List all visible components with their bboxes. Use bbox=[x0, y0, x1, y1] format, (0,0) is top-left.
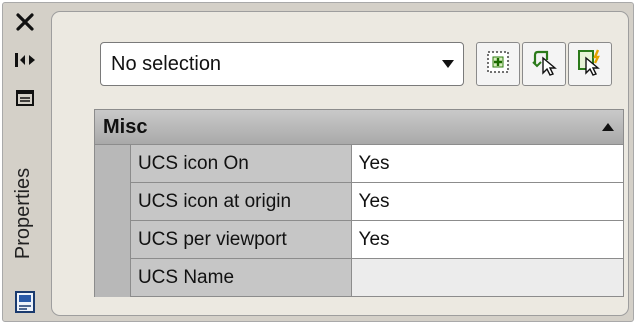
select-objects-icon bbox=[530, 48, 558, 81]
property-grid: Misc UCS icon On Yes UCS icon at origin … bbox=[94, 109, 624, 297]
auto-hide-icon[interactable] bbox=[11, 47, 39, 73]
toggle-pickadd-button[interactable] bbox=[476, 42, 520, 86]
row-gutter bbox=[94, 259, 130, 297]
close-icon[interactable] bbox=[11, 9, 39, 35]
row-gutter bbox=[94, 145, 130, 183]
property-row-ucs-icon-on[interactable]: UCS icon On Yes bbox=[94, 145, 624, 183]
property-name: UCS per viewport bbox=[129, 221, 352, 259]
properties-content: No selection Misc UCS icon On Yes UCS ic… bbox=[51, 11, 629, 316]
quick-select-button[interactable] bbox=[568, 42, 612, 86]
property-value[interactable] bbox=[351, 259, 624, 297]
property-value[interactable]: Yes bbox=[351, 183, 624, 221]
properties-menu-icon[interactable] bbox=[11, 85, 39, 111]
property-value[interactable]: Yes bbox=[351, 145, 624, 183]
select-objects-button[interactable] bbox=[522, 42, 566, 86]
collapse-triangle-icon[interactable] bbox=[593, 123, 623, 131]
property-name: UCS icon at origin bbox=[129, 183, 352, 221]
selection-value: No selection bbox=[111, 52, 222, 75]
property-row-ucs-icon-at-origin[interactable]: UCS icon at origin Yes bbox=[94, 183, 624, 221]
row-gutter bbox=[94, 221, 130, 259]
category-label: Misc bbox=[103, 115, 148, 138]
selection-dropdown[interactable]: No selection bbox=[100, 42, 464, 86]
row-gutter bbox=[94, 183, 130, 221]
properties-palette: Properties No selection Misc UCS icon On… bbox=[2, 2, 634, 322]
toggle-pickadd-icon bbox=[485, 49, 511, 80]
property-value[interactable]: Yes bbox=[351, 221, 624, 259]
category-misc[interactable]: Misc bbox=[94, 109, 624, 145]
property-name: UCS icon On bbox=[129, 145, 352, 183]
dropdown-arrow-icon[interactable] bbox=[433, 60, 463, 68]
property-name: UCS Name bbox=[129, 259, 352, 297]
palette-title-strip: Properties bbox=[3, 3, 47, 321]
property-row-ucs-per-viewport[interactable]: UCS per viewport Yes bbox=[94, 221, 624, 259]
property-row-ucs-name[interactable]: UCS Name bbox=[94, 259, 624, 297]
palette-title: Properties bbox=[12, 167, 35, 259]
quick-select-icon bbox=[576, 48, 604, 81]
palette-settings-icon[interactable] bbox=[11, 289, 39, 315]
